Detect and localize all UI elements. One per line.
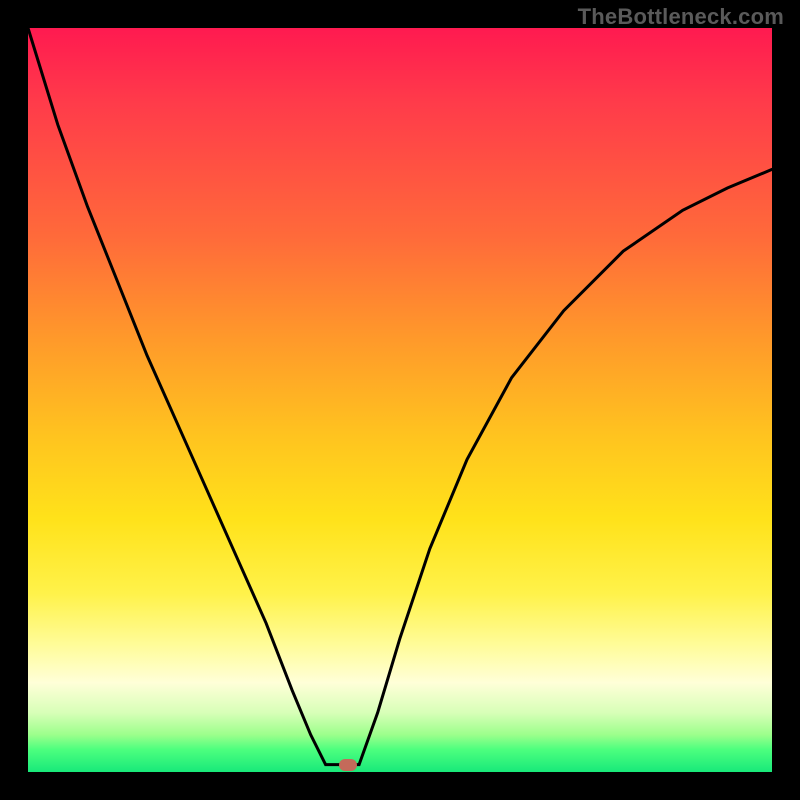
bottleneck-curve bbox=[28, 28, 772, 772]
watermark-text: TheBottleneck.com bbox=[578, 4, 784, 30]
app-frame: TheBottleneck.com bbox=[0, 0, 800, 800]
optimum-marker bbox=[339, 759, 357, 771]
bottleneck-plot bbox=[28, 28, 772, 772]
curve-path bbox=[28, 28, 772, 765]
